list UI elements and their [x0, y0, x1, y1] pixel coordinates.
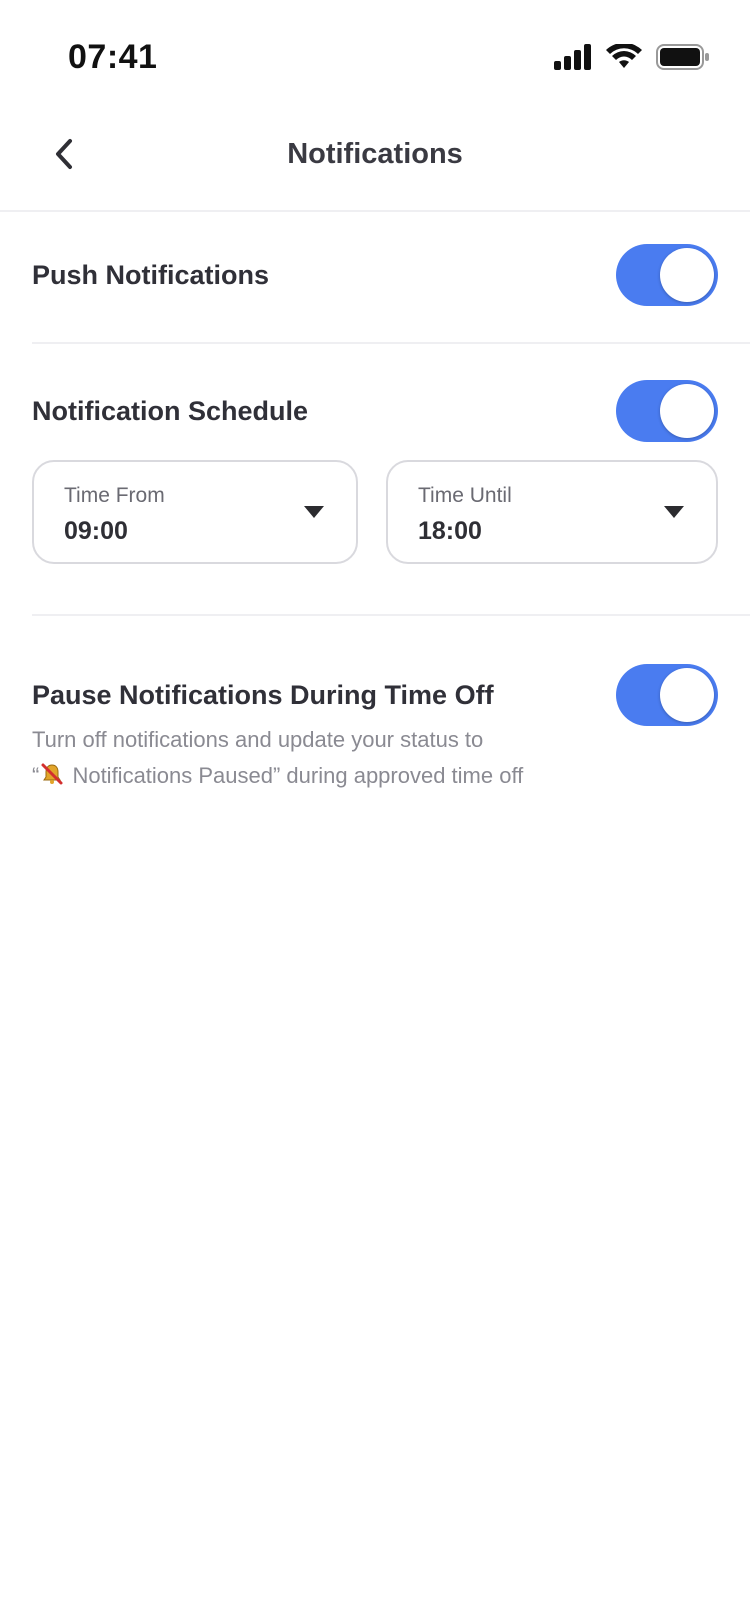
time-until-label: Time Until [418, 484, 512, 507]
push-notifications-toggle[interactable] [616, 244, 718, 306]
pause-time-off-description: Turn off notifications and update your s… [32, 722, 632, 797]
toggle-knob [660, 248, 714, 302]
status-time: 07:41 [68, 38, 158, 76]
push-notifications-row: Push Notifications [32, 244, 718, 306]
open-quote: “ [32, 763, 40, 788]
description-line-1: Turn off notifications and update your s… [32, 727, 484, 752]
description-line-2: “ Notifications Paused” during approved … [32, 758, 632, 797]
signal-icon [554, 44, 592, 75]
toggle-knob [660, 668, 714, 722]
status-bar: 07:41 [0, 0, 750, 110]
push-notifications-label: Push Notifications [32, 260, 270, 290]
caret-down-icon [664, 506, 684, 518]
status-icons [554, 42, 710, 75]
description-line-2-text: Notifications Paused” during approved ti… [66, 763, 524, 788]
notification-schedule-label: Notification Schedule [32, 396, 309, 426]
divider [32, 614, 750, 616]
pause-time-off-label: Pause Notifications During Time Off [32, 680, 494, 710]
notification-schedule-row: Notification Schedule [32, 380, 718, 442]
wifi-icon [606, 42, 642, 75]
time-until-select[interactable]: Time Until 18:00 [386, 460, 718, 564]
divider [32, 342, 750, 344]
pause-time-off-row: Pause Notifications During Time Off [32, 664, 718, 726]
muted-bell-icon [40, 761, 64, 797]
time-from-select[interactable]: Time From 09:00 [32, 460, 358, 564]
navigation-header: Notifications [0, 110, 750, 212]
notification-schedule-toggle[interactable] [616, 380, 718, 442]
pause-time-off-toggle[interactable] [616, 664, 718, 726]
caret-down-icon [304, 506, 324, 518]
time-from-value: 09:00 [64, 517, 128, 545]
battery-icon [656, 44, 710, 75]
toggle-knob [660, 384, 714, 438]
page-title: Notifications [287, 138, 463, 170]
time-from-label: Time From [64, 484, 165, 507]
time-until-value: 18:00 [418, 517, 482, 545]
